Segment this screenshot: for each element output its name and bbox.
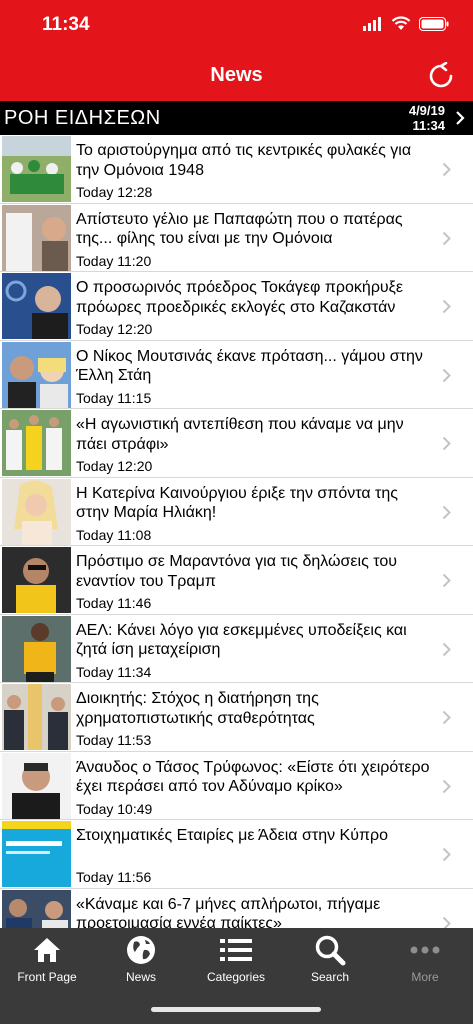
news-title: «Η αγωνιστική αντεπίθεση που κάναμε να μ…	[76, 416, 404, 453]
home-icon	[34, 938, 60, 962]
news-thumbnail	[2, 136, 71, 202]
news-row[interactable]: Ο προσωρινός πρόεδρος Τοκάγεφ προκήρυξε …	[0, 272, 473, 341]
tab-more[interactable]: More	[378, 934, 472, 990]
news-title: Η Κατερίνα Καινούργιου έριξε την σπόντα …	[76, 484, 398, 522]
list-icon	[220, 939, 252, 961]
news-row[interactable]: Πρόστιμο σε Μαραντόνα για τις δηλώσεις τ…	[0, 546, 473, 615]
news-thumbnail	[2, 204, 71, 271]
news-time: Today 11:53	[76, 732, 152, 748]
tab-search[interactable]: Search	[283, 934, 377, 990]
page-title: News	[210, 64, 263, 86]
more-icon	[410, 946, 440, 954]
chevron-right-icon	[442, 779, 451, 793]
news-title: Ο Νίκος Μουτσινάς έκανε πρόταση... γάμου…	[76, 347, 423, 385]
tab-news[interactable]: News	[94, 934, 188, 990]
ticker-title: ΡΟΗ ΕΙΔΗΣΕΩΝ	[4, 107, 161, 129]
news-title: Στοιχηματικές Εταιρίες με Άδεια στην Κύπ…	[76, 827, 388, 844]
news-row[interactable]: Ο Νίκος Μουτσινάς έκανε πρόταση... γάμου…	[0, 341, 473, 409]
tab-label: Front Page	[17, 970, 77, 984]
chevron-right-icon	[442, 436, 451, 451]
navigation-bar: News	[0, 50, 473, 101]
news-title: ΑΕΛ: Κάνει λόγο για εσκεμμένες υποδείξει…	[76, 621, 407, 659]
status-time: 11:34	[42, 14, 90, 35]
news-title: Διοικητής: Στόχος η διατήρηση της χρηματ…	[76, 690, 319, 727]
ticker-time: 11:34	[412, 118, 445, 133]
battery-icon	[419, 16, 449, 31]
tab-front-page[interactable]: Front Page	[0, 934, 94, 990]
news-feed-ticker[interactable]: ΡΟΗ ΕΙΔΗΣΕΩΝ 4/9/19 11:34	[0, 101, 473, 135]
news-title: «Κάναμε και 6-7 μήνες απλήρωτοι, πήγαμε …	[76, 895, 381, 929]
news-time: Today 11:56	[76, 869, 152, 885]
wifi-icon	[391, 16, 411, 30]
chevron-right-icon	[442, 916, 451, 928]
chevron-right-icon	[442, 162, 451, 177]
news-list[interactable]: Το αριστούργημα από τις κεντρικές φυλακέ…	[0, 135, 473, 928]
news-row[interactable]: Διοικητής: Στόχος η διατήρηση της χρηματ…	[0, 683, 473, 752]
ticker-datetime: 4/9/19 11:34	[409, 103, 445, 133]
news-time: Today 10:49	[76, 800, 153, 817]
chevron-right-icon	[442, 847, 451, 862]
signal-icon	[363, 16, 381, 31]
news-row[interactable]: Απίστευτο γέλιο με Παπαφώτη που ο πατέρα…	[0, 204, 473, 272]
tab-label: News	[125, 970, 156, 984]
news-thumbnail	[2, 410, 71, 476]
status-bar: 11:34	[0, 0, 473, 50]
news-time: Today 11:46	[76, 595, 152, 611]
news-row[interactable]: Το αριστούργημα από τις κεντρικές φυλακέ…	[0, 135, 473, 204]
news-row[interactable]: ΑΕΛ: Κάνει λόγο για εσκεμμένες υποδείξει…	[0, 615, 473, 683]
news-time: Today 12:28	[76, 184, 153, 200]
home-indicator[interactable]	[151, 1007, 321, 1012]
chevron-right-icon	[442, 299, 451, 314]
tab-label: Categories	[206, 970, 266, 984]
news-row[interactable]: «Κάναμε και 6-7 μήνες απλήρωτοι, πήγαμε …	[0, 889, 473, 929]
news-time: Today 11:08	[76, 526, 152, 543]
news-title: Ο προσωρινός πρόεδρος Τοκάγεφ προκήρυξε …	[76, 279, 403, 316]
news-thumbnail	[2, 889, 71, 928]
news-row[interactable]: «Η αγωνιστική αντεπίθεση που κάναμε να μ…	[0, 409, 473, 478]
news-thumbnail	[2, 821, 71, 887]
chevron-right-icon	[442, 505, 451, 519]
news-row[interactable]: Άναυδος ο Τάσος Τρύφωνος: «Είστε ότι χει…	[0, 752, 473, 820]
news-thumbnail	[2, 273, 71, 339]
news-thumbnail	[2, 478, 71, 545]
news-time: Today 11:15	[76, 389, 152, 406]
news-title: Άναυδος ο Τάσος Τρύφωνος: «Είστε ότι χει…	[76, 758, 430, 796]
news-time: Today 12:20	[76, 321, 153, 337]
chevron-right-icon	[456, 111, 465, 125]
status-icons	[363, 16, 449, 31]
ticker-date: 4/9/19	[408, 103, 445, 118]
search-icon	[315, 935, 346, 966]
news-title: Το αριστούργημα από τις κεντρικές φυλακέ…	[76, 142, 412, 179]
news-title: Απίστευτο γέλιο με Παπαφώτη που ο πατέρα…	[76, 210, 403, 248]
chevron-right-icon	[442, 710, 451, 725]
news-time: Today 12:20	[76, 458, 153, 474]
tab-label: More	[411, 970, 439, 984]
chevron-right-icon	[442, 642, 451, 656]
chevron-right-icon	[442, 368, 451, 382]
news-title: Πρόστιμο σε Μαραντόνα για τις δηλώσεις τ…	[76, 553, 397, 590]
news-row[interactable]: Η Κατερίνα Καινούργιου έριξε την σπόντα …	[0, 478, 473, 546]
news-thumbnail	[2, 615, 71, 682]
news-thumbnail	[2, 752, 71, 819]
chevron-right-icon	[442, 231, 451, 245]
news-row[interactable]: Στοιχηματικές Εταιρίες με Άδεια στην Κύπ…	[0, 820, 473, 889]
news-time: Today 11:20	[76, 252, 152, 269]
news-thumbnail	[2, 684, 71, 750]
globe-icon	[127, 936, 155, 964]
news-thumbnail	[2, 341, 71, 408]
tab-label: Search	[310, 970, 350, 984]
refresh-icon[interactable]	[427, 62, 455, 90]
news-time: Today 11:34	[76, 663, 152, 680]
tab-categories[interactable]: Categories	[189, 934, 283, 990]
chevron-right-icon	[442, 573, 451, 588]
tab-bar: Front Page News Categories Search More	[0, 928, 473, 1024]
news-thumbnail	[2, 547, 71, 613]
